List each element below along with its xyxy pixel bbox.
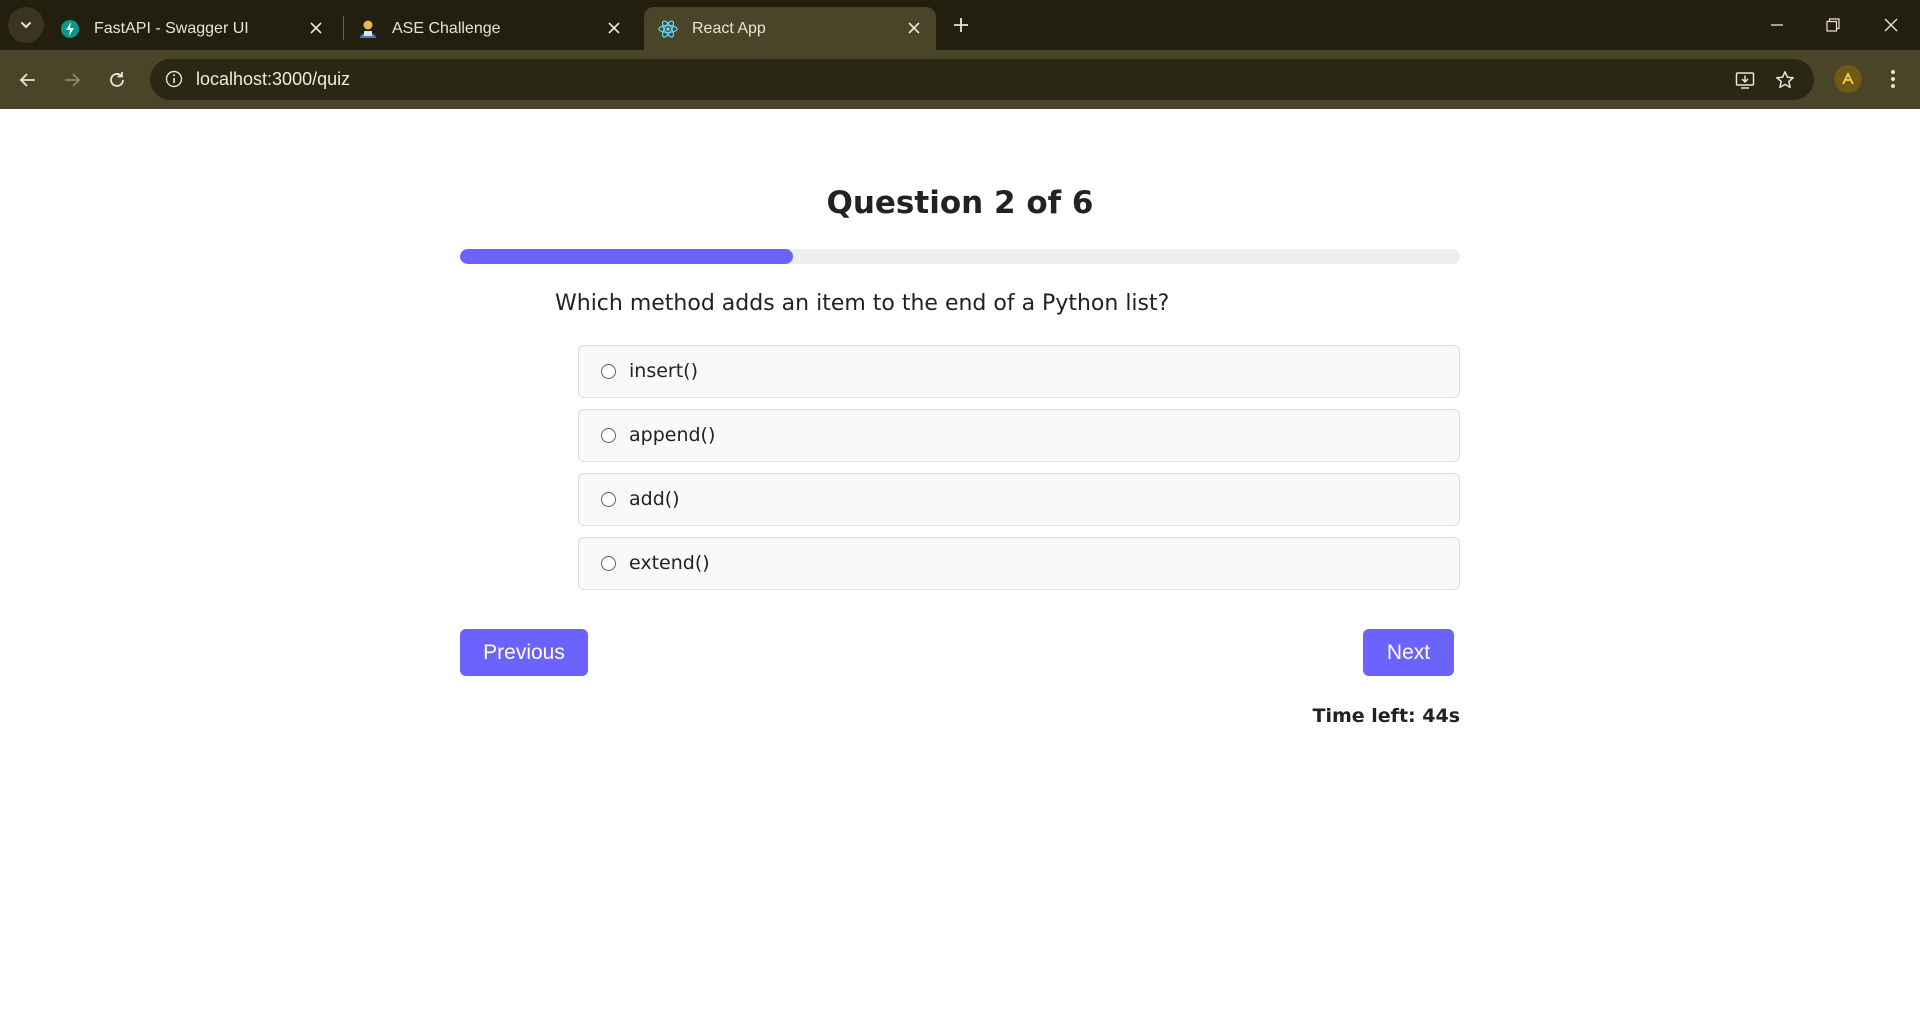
restore-icon bbox=[1826, 18, 1840, 32]
close-tab-icon[interactable] bbox=[306, 18, 326, 38]
close-window-button[interactable] bbox=[1876, 10, 1906, 40]
next-button[interactable]: Next bbox=[1363, 629, 1454, 676]
answer-option[interactable]: add() bbox=[578, 473, 1460, 526]
bookmark-star-icon[interactable] bbox=[1772, 67, 1798, 93]
restore-button[interactable] bbox=[1818, 10, 1848, 40]
address-bar[interactable]: localhost:3000/quiz bbox=[150, 59, 1814, 100]
question-text: Which method adds an item to the end of … bbox=[555, 291, 1170, 316]
close-tab-icon[interactable] bbox=[904, 18, 924, 38]
react-icon bbox=[658, 19, 678, 39]
browser-tab-bar: FastAPI - Swagger UI ASE Challenge React… bbox=[0, 0, 1920, 50]
radio-button[interactable] bbox=[601, 364, 616, 379]
answer-option-label: append() bbox=[629, 424, 716, 446]
answer-option-label: extend() bbox=[629, 552, 710, 574]
tab-title: FastAPI - Swagger UI bbox=[94, 19, 249, 37]
answer-option[interactable]: extend() bbox=[578, 537, 1460, 590]
radio-button[interactable] bbox=[601, 428, 616, 443]
previous-button[interactable]: Previous bbox=[460, 629, 588, 676]
back-arrow-icon bbox=[19, 73, 35, 87]
forward-arrow-icon bbox=[65, 73, 81, 87]
person-icon bbox=[358, 19, 378, 39]
answer-option-label: add() bbox=[629, 488, 680, 510]
time-left-label: Time left: 44s bbox=[1312, 705, 1460, 727]
site-info-icon[interactable] bbox=[162, 67, 186, 91]
answer-options: insert() append() add() extend() bbox=[578, 345, 1460, 601]
answer-option-label: insert() bbox=[629, 360, 698, 382]
more-vert-icon bbox=[1891, 70, 1895, 88]
browser-toolbar: localhost:3000/quiz bbox=[0, 50, 1920, 109]
radio-button[interactable] bbox=[601, 556, 616, 571]
close-icon bbox=[1884, 18, 1898, 32]
question-counter-title: Question 2 of 6 bbox=[826, 185, 1094, 221]
close-tab-icon[interactable] bbox=[604, 18, 624, 38]
tab-title: ASE Challenge bbox=[392, 19, 501, 37]
progress-bar bbox=[460, 249, 1460, 264]
fastapi-icon bbox=[60, 19, 80, 39]
url-text[interactable]: localhost:3000/quiz bbox=[196, 69, 350, 90]
progress-bar-fill bbox=[460, 249, 793, 264]
tab-title: React App bbox=[692, 19, 766, 37]
tab-search-button[interactable] bbox=[8, 7, 44, 43]
chevron-down-icon bbox=[21, 22, 31, 29]
answer-option[interactable]: append() bbox=[578, 409, 1460, 462]
install-app-icon[interactable] bbox=[1732, 67, 1758, 93]
quiz-page: Question 2 of 6 Which method adds an ite… bbox=[0, 109, 1920, 1020]
tab-react-app[interactable]: React App bbox=[644, 7, 936, 50]
extension-icon bbox=[1842, 71, 1854, 85]
back-button[interactable] bbox=[12, 64, 44, 96]
minimize-button[interactable] bbox=[1762, 10, 1792, 40]
profile-avatar[interactable] bbox=[1834, 65, 1862, 93]
reload-button[interactable] bbox=[101, 64, 133, 96]
plus-icon bbox=[954, 18, 968, 32]
new-tab-button[interactable] bbox=[948, 12, 974, 38]
radio-button[interactable] bbox=[601, 492, 616, 507]
forward-button[interactable] bbox=[56, 64, 88, 96]
tab-fastapi[interactable]: FastAPI - Swagger UI bbox=[46, 7, 338, 50]
minimize-icon bbox=[1771, 24, 1783, 26]
answer-option[interactable]: insert() bbox=[578, 345, 1460, 398]
tab-ase-challenge[interactable]: ASE Challenge bbox=[344, 7, 636, 50]
browser-menu-button[interactable] bbox=[1880, 64, 1906, 94]
reload-icon bbox=[110, 72, 124, 87]
